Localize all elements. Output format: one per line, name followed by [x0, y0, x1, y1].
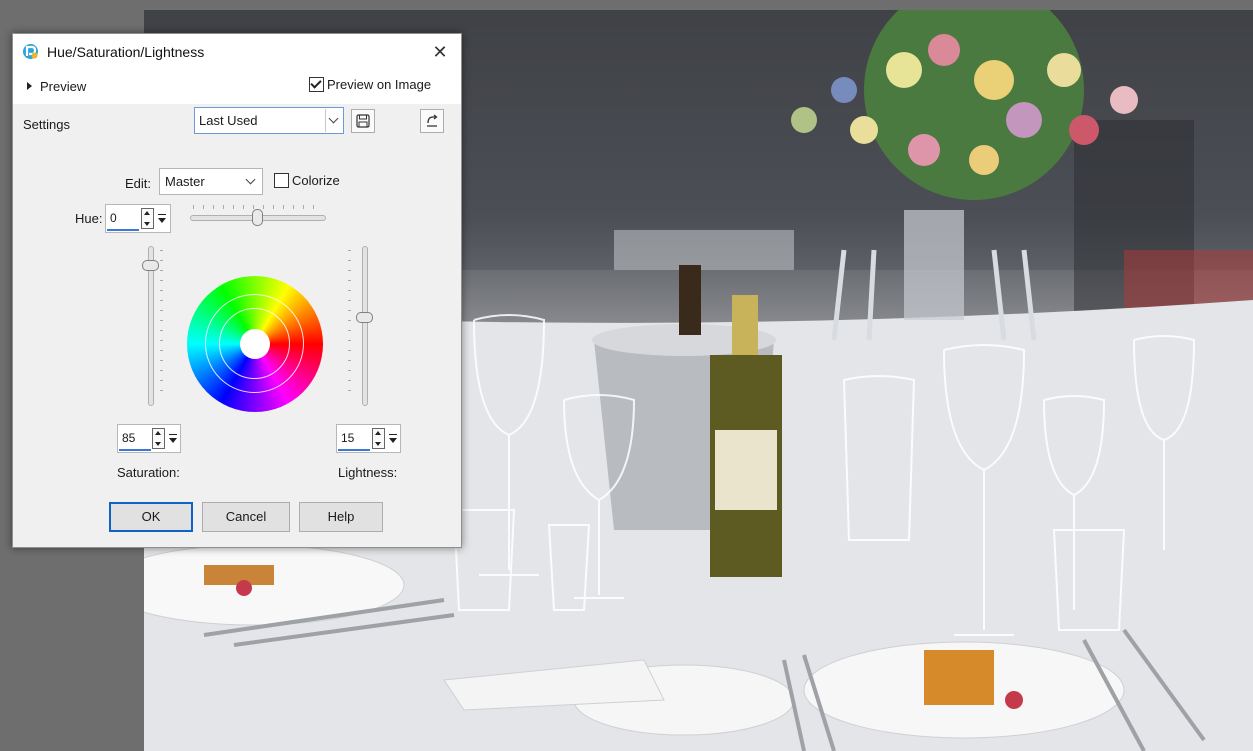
focus-underline — [107, 229, 139, 231]
settings-label: Settings — [23, 117, 70, 132]
cancel-button[interactable]: Cancel — [202, 502, 290, 532]
spinner-arrows-icon[interactable] — [372, 428, 385, 449]
lightness-spinbox[interactable]: 15 — [336, 424, 401, 453]
controls-area: Edit: Master Colorize Hue: 0 85 Saturati… — [13, 140, 461, 547]
preview-row: Preview Preview on Image — [13, 74, 461, 100]
lightness-slider-thumb[interactable] — [356, 312, 373, 323]
preview-expander[interactable]: Preview — [27, 79, 86, 94]
spinner-dropdown-icon[interactable] — [169, 434, 177, 443]
edit-label: Edit: — [125, 176, 152, 191]
saturation-spinbox[interactable]: 85 — [117, 424, 181, 453]
close-icon[interactable]: ✕ — [425, 39, 455, 65]
lightness-slider[interactable] — [348, 246, 374, 406]
chevron-down-icon — [328, 113, 339, 124]
dropdown-button[interactable] — [325, 109, 342, 132]
edit-range-select[interactable]: Master — [159, 168, 263, 195]
help-button[interactable]: Help — [299, 502, 383, 532]
reset-defaults-button[interactable] — [420, 109, 444, 133]
dialog-title: Hue/Saturation/Lightness — [47, 44, 205, 60]
slider-ticks — [348, 250, 351, 400]
dialog-titlebar[interactable]: Hue/Saturation/Lightness ✕ — [13, 34, 461, 68]
wheel-center — [240, 329, 270, 359]
edit-range-value: Master — [165, 174, 205, 189]
saturation-slider-thumb[interactable] — [142, 260, 159, 271]
hue-label: Hue: — [75, 211, 103, 226]
hue-slider[interactable] — [190, 205, 326, 226]
app-logo-icon — [23, 44, 38, 59]
saturation-label: Saturation: — [117, 465, 180, 480]
saturation-slider[interactable] — [140, 246, 163, 406]
lightness-label: Lightness: — [338, 465, 398, 480]
color-wheel[interactable] — [187, 276, 323, 412]
slider-track — [362, 246, 368, 406]
ok-button[interactable]: OK — [109, 502, 193, 532]
expand-arrow-icon — [27, 82, 32, 90]
settings-preset-select[interactable]: Last Used — [194, 107, 344, 134]
hue-value: 0 — [110, 211, 117, 225]
slider-ticks — [160, 250, 163, 400]
spinner-arrows-icon[interactable] — [152, 428, 165, 449]
saturation-value: 85 — [122, 431, 136, 445]
settings-preset-value: Last Used — [199, 113, 258, 128]
spinner-dropdown-icon[interactable] — [389, 434, 397, 443]
focus-underline — [338, 449, 370, 451]
save-preset-button[interactable] — [351, 109, 375, 133]
lightness-value: 15 — [341, 431, 355, 445]
colorize-checkbox[interactable]: Colorize — [274, 173, 340, 188]
reset-defaults-icon — [427, 114, 438, 127]
hue-slider-thumb[interactable] — [252, 209, 263, 226]
spinner-arrows-icon[interactable] — [141, 208, 154, 229]
preview-on-image-label: Preview on Image — [327, 77, 432, 92]
hue-spinbox[interactable]: 0 — [105, 204, 171, 233]
checkbox-unchecked-icon — [274, 173, 289, 188]
save-preset-icon — [356, 114, 370, 128]
spinner-dropdown-icon[interactable] — [158, 214, 166, 223]
chevron-down-icon — [245, 174, 256, 185]
colorize-label: Colorize — [292, 173, 340, 188]
settings-row: Settings Last Used — [13, 104, 461, 140]
checkbox-checked-icon — [309, 77, 324, 92]
preview-on-image-checkbox[interactable]: Preview on Image — [309, 77, 431, 92]
focus-underline — [119, 449, 151, 451]
hue-saturation-lightness-dialog: Hue/Saturation/Lightness ✕ Preview Previ… — [12, 33, 462, 548]
preview-label: Preview — [40, 79, 87, 94]
